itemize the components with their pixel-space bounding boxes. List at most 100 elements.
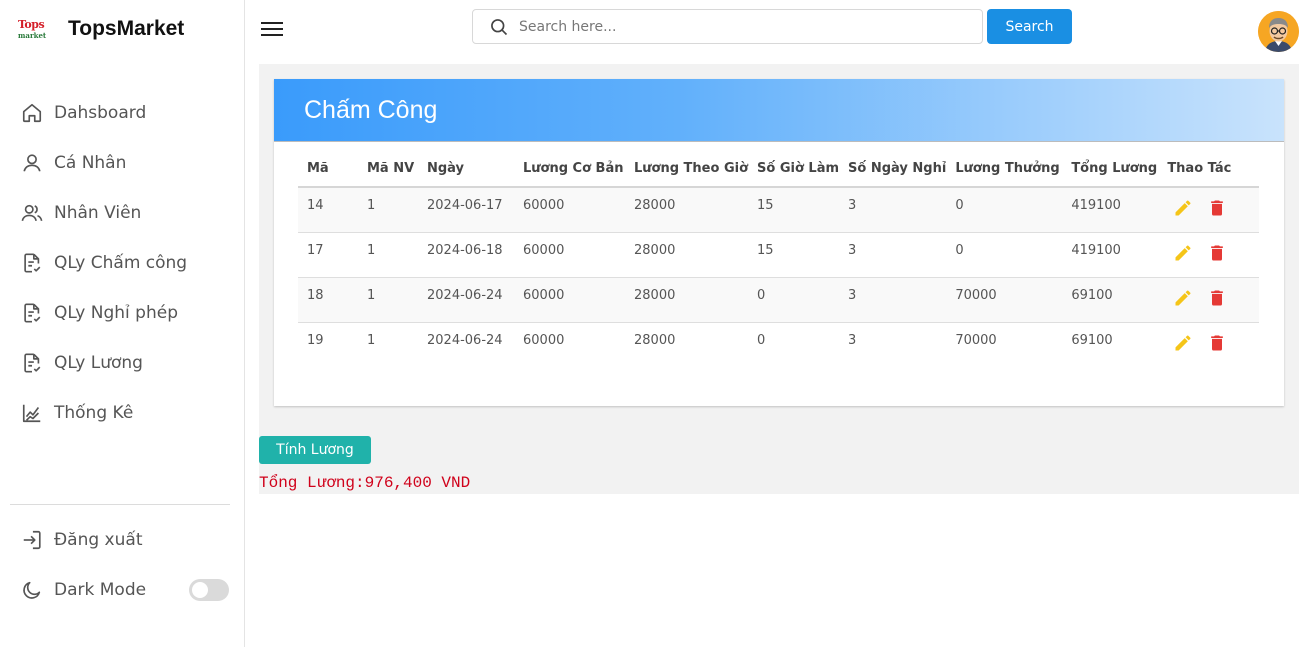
toggle-knob — [192, 582, 208, 598]
cell-actions — [1158, 322, 1259, 367]
main-content: Chấm Công Mã Mã NV Ngày Lương Cơ Bản Lươ… — [259, 64, 1299, 494]
sidebar-item-label: QLy Lương — [54, 353, 143, 373]
logo-text-top: Tops — [18, 18, 45, 31]
column-header: Lương Theo Giờ — [625, 159, 749, 188]
cell-hours-worked: 15 — [748, 187, 840, 233]
cell-base-salary: 60000 — [514, 277, 625, 323]
sidebar-nav: Dahsboard Cá Nhân Nhân Viên QLy Chấm côn… — [0, 88, 245, 438]
sidebar-item-attendance[interactable]: QLy Chấm công — [0, 238, 245, 288]
column-header: Thao Tác — [1158, 159, 1259, 188]
cell-id: 18 — [298, 277, 358, 323]
delete-icon[interactable] — [1207, 333, 1227, 353]
cell-days-off: 3 — [839, 277, 947, 323]
sidebar-item-salary[interactable]: QLy Lương — [0, 338, 245, 388]
cell-total-salary: 419100 — [1062, 187, 1159, 233]
cell-bonus: 70000 — [946, 277, 1063, 323]
column-header: Số Giờ Làm — [748, 159, 840, 188]
table-row: 18 1 2024-06-24 60000 28000 0 3 70000 69… — [298, 277, 1259, 323]
users-icon — [20, 201, 44, 225]
table-row: 19 1 2024-06-24 60000 28000 0 3 70000 69… — [298, 322, 1259, 367]
column-header: Mã — [298, 159, 358, 188]
topbar: Search — [245, 0, 1312, 58]
sidebar-item-profile[interactable]: Cá Nhân — [0, 138, 245, 188]
search-button[interactable]: Search — [987, 9, 1072, 44]
home-icon — [20, 101, 44, 125]
moon-icon — [20, 578, 44, 602]
cell-hours-worked: 0 — [748, 277, 840, 323]
chart-icon — [20, 401, 44, 425]
sidebar-item-label: Dahsboard — [54, 103, 147, 123]
cell-date: 2024-06-18 — [418, 232, 514, 278]
column-header: Mã NV — [358, 159, 418, 188]
calculate-salary-button[interactable]: Tính Lương — [259, 436, 371, 464]
cell-base-salary: 60000 — [514, 187, 625, 233]
column-header: Ngày — [418, 159, 514, 188]
logout-button[interactable]: Đăng xuất — [0, 515, 245, 565]
table-row: 14 1 2024-06-17 60000 28000 15 3 0 41910… — [298, 187, 1259, 233]
document-check-icon — [20, 301, 44, 325]
search-box — [472, 9, 983, 44]
sidebar-item-statistics[interactable]: Thống Kê — [0, 388, 245, 438]
cell-hours-worked: 0 — [757, 332, 766, 348]
search-input[interactable] — [519, 18, 982, 35]
brand-name: TopsMarket — [68, 17, 185, 40]
avatar[interactable] — [1258, 11, 1299, 52]
dark-mode-toggle[interactable] — [189, 579, 229, 601]
cell-actions — [1158, 187, 1259, 233]
brand-logo: Tops market — [16, 16, 48, 42]
delete-icon[interactable] — [1207, 198, 1227, 218]
cell-days-off: 3 — [839, 187, 947, 233]
cell-id: 19 — [307, 332, 324, 348]
edit-icon[interactable] — [1173, 198, 1193, 218]
cell-employee-id: 1 — [358, 187, 418, 233]
sidebar-item-label: Thống Kê — [54, 403, 134, 423]
cell-employee-id: 1 — [367, 332, 376, 348]
sidebar-divider — [10, 504, 230, 505]
edit-icon[interactable] — [1173, 333, 1193, 353]
dark-mode-row: Dark Mode — [0, 565, 245, 615]
cell-hours-worked: 15 — [748, 232, 840, 278]
total-salary-text: Tổng Lương:976,400 VND — [259, 474, 471, 492]
dark-mode-label: Dark Mode — [54, 580, 147, 600]
cell-actions — [1158, 232, 1259, 278]
column-header: Số Ngày Nghỉ — [839, 159, 947, 188]
sidebar-item-dashboard[interactable]: Dahsboard — [0, 88, 245, 138]
sidebar-item-label: Nhân Viên — [54, 203, 142, 223]
edit-icon[interactable] — [1173, 243, 1193, 263]
sidebar-item-employees[interactable]: Nhân Viên — [0, 188, 245, 238]
cell-bonus: 0 — [946, 187, 1063, 233]
edit-icon[interactable] — [1173, 288, 1193, 308]
document-check-icon — [20, 251, 44, 275]
cell-days-off: 3 — [839, 232, 947, 278]
column-header: Tổng Lương — [1062, 159, 1159, 188]
delete-icon[interactable] — [1207, 288, 1227, 308]
sidebar-item-label: Cá Nhân — [54, 153, 127, 173]
delete-icon[interactable] — [1207, 243, 1227, 263]
sidebar-bottom: Đăng xuất Dark Mode — [0, 515, 245, 615]
document-check-icon — [20, 351, 44, 375]
attendance-card: Chấm Công Mã Mã NV Ngày Lương Cơ Bản Lươ… — [274, 79, 1284, 406]
cell-bonus: 0 — [946, 232, 1063, 278]
user-icon — [20, 151, 44, 175]
menu-icon[interactable] — [261, 22, 283, 38]
sidebar-item-leave[interactable]: QLy Nghỉ phép — [0, 288, 245, 338]
table-header-row: Mã Mã NV Ngày Lương Cơ Bản Lương Theo Gi… — [298, 159, 1259, 188]
card-title: Chấm Công — [304, 95, 438, 124]
cell-total-salary: 69100 — [1071, 332, 1113, 348]
logout-label: Đăng xuất — [54, 530, 143, 550]
cell-id: 14 — [298, 187, 358, 233]
attendance-table: Mã Mã NV Ngày Lương Cơ Bản Lương Theo Gi… — [298, 159, 1259, 367]
brand[interactable]: Tops market TopsMarket — [16, 12, 184, 46]
logo-text-bottom: market — [18, 31, 47, 40]
cell-actions — [1158, 277, 1259, 323]
cell-bonus: 70000 — [955, 332, 997, 348]
cell-base-salary: 60000 — [523, 332, 565, 348]
cell-date: 2024-06-17 — [418, 187, 514, 233]
column-header: Lương Thưởng — [946, 159, 1063, 188]
cell-hourly-wage: 28000 — [625, 187, 749, 233]
cell-id: 17 — [298, 232, 358, 278]
cell-date: 2024-06-24 — [418, 277, 514, 323]
column-header: Lương Cơ Bản — [514, 159, 625, 188]
sidebar-item-label: QLy Chấm công — [54, 253, 188, 273]
sidebar: Tops market TopsMarket Dahsboard Cá Nhân… — [0, 0, 245, 647]
